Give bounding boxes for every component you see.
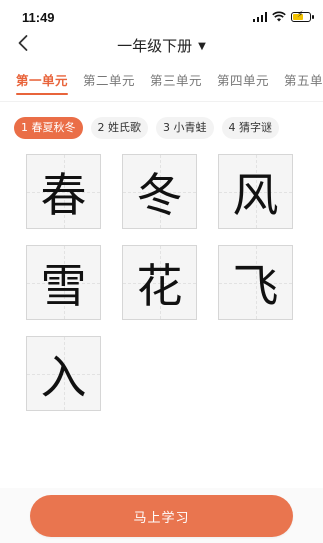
tab-unit-1[interactable]: 第一单元 bbox=[16, 70, 68, 89]
nav-bar: 一年级下册 ▼ bbox=[0, 30, 323, 58]
page-title: 一年级下册 bbox=[117, 37, 193, 55]
tab-unit-2[interactable]: 第二单元 bbox=[83, 70, 135, 89]
status-time: 11:49 bbox=[22, 10, 55, 25]
divider bbox=[0, 101, 323, 102]
battery-charging-icon: ⚡ bbox=[291, 10, 314, 22]
character-glyph: 入 bbox=[40, 349, 87, 404]
lesson-chips: 1 春夏秋冬 2 姓氏歌 3 小青蛙 4 猜字谜 bbox=[14, 117, 279, 139]
grade-selector[interactable]: 一年级下册 ▼ bbox=[0, 35, 323, 56]
signal-icon bbox=[252, 11, 267, 22]
character-glyph: 风 bbox=[232, 167, 279, 222]
lesson-chip-1[interactable]: 1 春夏秋冬 bbox=[14, 117, 83, 139]
lesson-chip-3[interactable]: 3 小青蛙 bbox=[156, 117, 214, 139]
lesson-chip-2[interactable]: 2 姓氏歌 bbox=[90, 117, 148, 139]
character-glyph: 春 bbox=[40, 167, 87, 222]
character-glyph: 飞 bbox=[232, 258, 279, 313]
status-icons: ⚡ bbox=[252, 10, 314, 22]
character-card[interactable]: 春 bbox=[26, 154, 101, 229]
character-card[interactable]: 飞 bbox=[218, 245, 293, 320]
lesson-chip-4[interactable]: 4 猜字谜 bbox=[221, 117, 279, 139]
character-card[interactable]: 花 bbox=[122, 245, 197, 320]
unit-tabs: 第一单元 第二单元 第三单元 第四单元 第五单 bbox=[0, 70, 323, 100]
start-learning-button[interactable]: 马上学习 bbox=[30, 495, 293, 537]
character-card[interactable]: 雪 bbox=[26, 245, 101, 320]
character-glyph: 冬 bbox=[136, 167, 183, 222]
active-tab-indicator bbox=[16, 93, 68, 95]
character-glyph: 花 bbox=[136, 258, 183, 313]
character-card[interactable]: 冬 bbox=[122, 154, 197, 229]
tab-unit-3[interactable]: 第三单元 bbox=[150, 70, 202, 89]
tab-unit-4[interactable]: 第四单元 bbox=[217, 70, 269, 89]
status-bar: 11:49 ⚡ bbox=[0, 0, 323, 34]
character-card[interactable]: 风 bbox=[218, 154, 293, 229]
caret-down-icon: ▼ bbox=[198, 41, 206, 52]
wifi-icon bbox=[272, 11, 286, 22]
tab-unit-5[interactable]: 第五单 bbox=[284, 70, 323, 89]
character-card[interactable]: 入 bbox=[26, 336, 101, 411]
character-glyph: 雪 bbox=[40, 258, 87, 313]
